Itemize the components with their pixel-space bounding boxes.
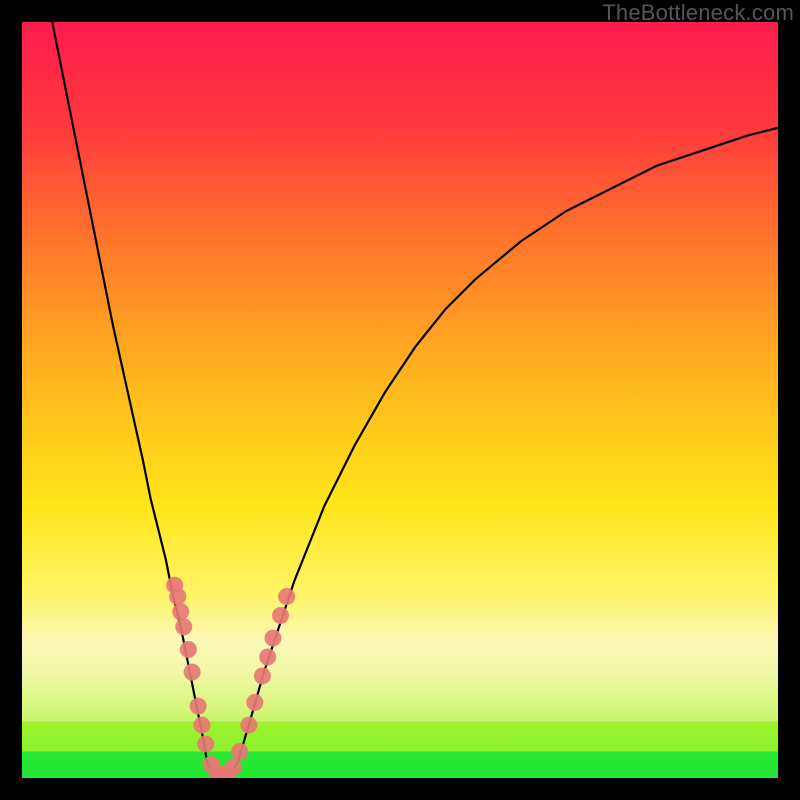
chart-svg xyxy=(22,22,778,778)
gradient-background xyxy=(22,22,778,778)
marker-dot xyxy=(190,698,207,715)
marker-dot xyxy=(246,694,263,711)
marker-dot xyxy=(231,743,248,760)
marker-dot xyxy=(278,588,295,605)
marker-dot xyxy=(184,664,201,681)
marker-dot xyxy=(172,603,189,620)
marker-dot xyxy=(264,630,281,647)
watermark-text: TheBottleneck.com xyxy=(602,0,794,26)
marker-dot xyxy=(175,618,192,635)
marker-dot xyxy=(169,588,186,605)
marker-dot xyxy=(254,667,271,684)
marker-dot xyxy=(193,717,210,734)
plot-area xyxy=(22,22,778,778)
marker-dot xyxy=(225,758,242,775)
chart-frame: TheBottleneck.com xyxy=(0,0,800,800)
marker-dot xyxy=(272,607,289,624)
color-bands xyxy=(22,676,778,778)
marker-dot xyxy=(240,717,257,734)
marker-dot xyxy=(259,649,276,666)
marker-dot xyxy=(180,641,197,658)
marker-dot xyxy=(197,735,214,752)
